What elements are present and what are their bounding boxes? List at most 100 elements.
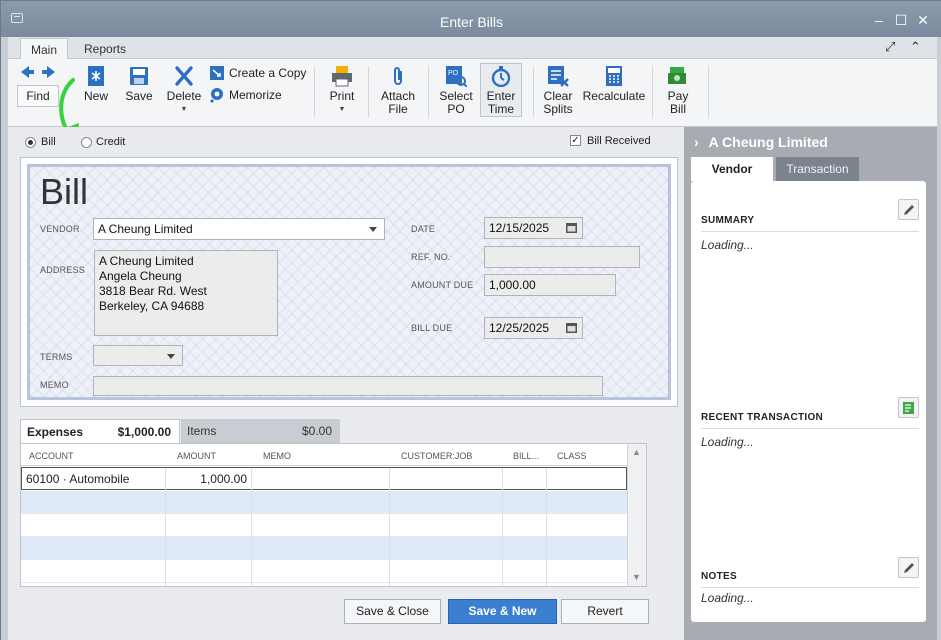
column-header[interactable]: CUSTOMER:JOB [401, 451, 472, 461]
print-button[interactable]: Print ▼ [325, 65, 359, 116]
scroll-down-icon[interactable]: ▼ [632, 572, 641, 582]
attach-file-button[interactable]: Attach File [378, 65, 418, 116]
column-header[interactable]: CLASS [557, 451, 587, 461]
table-row[interactable]: 60100 · Automobile 1,000.00 [21, 467, 627, 491]
amount-due-field[interactable]: 1,000.00 [484, 274, 616, 296]
side-panel-content: SUMMARY Loading... RECENT TRANSACTION Lo… [691, 181, 926, 622]
memorize-button[interactable]: Memorize [209, 87, 282, 103]
recent-transaction-heading: RECENT TRANSACTION [701, 412, 824, 423]
recalculate-button[interactable]: Recalculate [582, 65, 646, 103]
save-button[interactable]: Save [122, 65, 156, 103]
pencil-icon [904, 205, 914, 215]
ref-no-label: REF. NO. [411, 252, 451, 262]
column-header[interactable]: AMOUNT [177, 451, 216, 461]
purchase-order-icon: PO [446, 66, 467, 87]
vendor-side-panel: › A Cheung Limited Vendor Transaction SU… [684, 127, 937, 640]
collapse-ribbon-icon[interactable]: ⌃ [910, 39, 921, 55]
summary-heading: SUMMARY [701, 215, 755, 226]
attach-label-2: File [388, 102, 408, 116]
tab-main[interactable]: Main [20, 38, 69, 60]
ref-no-field[interactable] [484, 246, 640, 268]
paperclip-icon [394, 67, 402, 85]
pay-bill-button[interactable]: Pay Bill [660, 65, 696, 116]
column-header[interactable]: ACCOUNT [29, 451, 74, 461]
toolbar-separator [314, 67, 315, 117]
customer-job-cell[interactable] [390, 468, 503, 491]
print-dropdown-icon: ▼ [338, 106, 346, 113]
address-line: Berkeley, CA 94688 [99, 299, 205, 313]
minimize-icon[interactable]: – [871, 12, 887, 28]
bill-due-value: 12/25/2025 [489, 321, 550, 335]
recent-transaction-button[interactable] [898, 397, 919, 418]
terms-dropdown[interactable] [93, 345, 183, 366]
notes-content: Loading... [701, 591, 754, 605]
right-border [937, 37, 941, 640]
edit-summary-button[interactable] [898, 199, 919, 220]
revert-button[interactable]: Revert [561, 599, 649, 624]
toolbar-separator [533, 67, 534, 117]
table-row[interactable] [21, 491, 627, 514]
save-close-button[interactable]: Save & Close [344, 599, 441, 624]
summary-content: Loading... [701, 238, 754, 252]
bill-radio[interactable] [25, 137, 36, 148]
delete-label: Delete [166, 89, 202, 103]
vendor-label: VENDOR [40, 224, 80, 234]
clear-splits-icon [548, 66, 569, 87]
bill-received-checkbox[interactable]: ✓ [570, 135, 581, 146]
vendor-field[interactable]: A Cheung Limited [93, 218, 385, 240]
address-field[interactable]: A Cheung Limited Angela Cheung 3818 Bear… [94, 250, 278, 336]
enter-time-button[interactable]: Enter Time [480, 65, 522, 116]
tab-reports[interactable]: Reports [74, 38, 136, 60]
tab-expenses[interactable]: Expenses $1,000.00 [20, 419, 180, 443]
side-panel-title[interactable]: › A Cheung Limited [694, 134, 828, 150]
notes-heading: NOTES [701, 571, 737, 582]
vendor-value: A Cheung Limited [98, 222, 193, 236]
terms-label: TERMS [40, 352, 73, 362]
memo-cell[interactable] [252, 468, 390, 491]
create-copy-label: Create a Copy [229, 66, 307, 80]
scroll-up-icon[interactable]: ▲ [632, 447, 641, 457]
tab-transaction[interactable]: Transaction [776, 157, 859, 181]
address-line: A Cheung Limited [99, 254, 194, 268]
close-icon[interactable]: ✕ [915, 12, 931, 28]
address-label: ADDRESS [40, 265, 85, 275]
memorize-icon [210, 88, 223, 103]
pencil-icon [904, 563, 914, 573]
table-row[interactable] [21, 537, 627, 560]
table-row[interactable] [21, 514, 627, 537]
bill-due-field[interactable]: 12/25/2025 [484, 317, 583, 339]
select-po-button[interactable]: PO Select PO [436, 65, 476, 116]
maximize-icon[interactable]: ☐ [893, 12, 909, 28]
edit-notes-button[interactable] [898, 557, 919, 578]
calculator-icon [606, 66, 622, 86]
class-cell[interactable] [547, 468, 627, 491]
new-label: New [83, 89, 108, 103]
column-header[interactable]: BILL... [513, 451, 539, 461]
page-title: Bill [40, 171, 89, 212]
clear-splits-label-2: Splits [543, 102, 573, 116]
amount-cell[interactable]: 1,000.00 [166, 468, 252, 491]
table-row[interactable] [21, 560, 627, 583]
tab-items[interactable]: Items $0.00 [181, 419, 340, 443]
column-header[interactable]: MEMO [263, 451, 291, 461]
grid-scrollbar[interactable]: ▲ ▼ [627, 444, 646, 586]
credit-radio[interactable] [81, 137, 92, 148]
save-new-button[interactable]: Save & New [448, 599, 557, 624]
expand-icon[interactable]: ⤢ [885, 39, 895, 55]
clear-splits-button[interactable]: Clear Splits [538, 65, 578, 116]
account-cell[interactable]: 60100 · Automobile [22, 468, 166, 491]
memo-label: MEMO [40, 380, 69, 390]
credit-radio-label: Credit [96, 136, 126, 148]
title-bar: Enter Bills – ☐ ✕ [1, 1, 941, 37]
prev-arrow-icon [21, 66, 29, 78]
date-field[interactable]: 12/15/2025 [484, 217, 583, 239]
create-copy-button[interactable]: Create a Copy [209, 65, 306, 81]
enter-time-label-2: Time [487, 102, 515, 116]
bill-radio-label: Bill [41, 136, 56, 148]
tab-vendor[interactable]: Vendor [691, 157, 773, 181]
memo-field[interactable] [93, 376, 603, 396]
billable-cell[interactable] [503, 468, 547, 491]
delete-dropdown-icon: ▼ [180, 106, 188, 113]
delete-button[interactable]: Delete ▼ [166, 65, 202, 116]
chevron-right-icon[interactable]: › [694, 134, 699, 150]
